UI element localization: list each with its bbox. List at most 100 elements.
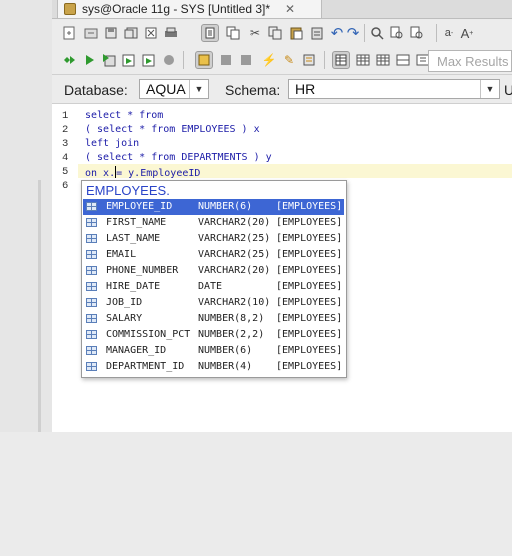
column-type: NUMBER(2,2) (198, 329, 265, 340)
save-icon[interactable] (102, 24, 120, 42)
results-text-icon[interactable] (374, 51, 392, 69)
column-type: NUMBER(6) (198, 201, 253, 212)
autocomplete-item[interactable]: EMPLOYEE_ID NUMBER(6) [EMPLOYEES] (83, 199, 344, 215)
popup-scrollbar[interactable] (423, 362, 427, 556)
column-type: DATE (198, 281, 223, 292)
table-column-icon (86, 202, 97, 211)
auto-commit-icon[interactable] (195, 51, 213, 69)
results-grid-alt-icon[interactable] (354, 51, 372, 69)
table-column-icon (86, 298, 97, 307)
code-after-caret: = y.EmployeeID (116, 168, 201, 179)
database-select[interactable]: AQUA ▼ (139, 79, 209, 99)
column-table: [EMPLOYEES] (276, 345, 343, 356)
column-name: MANAGER_ID (106, 345, 167, 356)
column-table: [EMPLOYEES] (276, 281, 343, 292)
code-line: ( select * from DEPARTMENTS ) y (85, 152, 272, 163)
open-file-icon[interactable] (82, 24, 100, 42)
table-column-icon (86, 250, 97, 259)
editor-tab[interactable]: sys@Oracle 11g - SYS [Untitled 3]* (57, 0, 322, 18)
column-name: EMAIL (106, 249, 137, 260)
rollback-icon[interactable] (237, 51, 255, 69)
column-name: COMMISSION_PCT (106, 329, 191, 340)
line-number: 3 (62, 138, 69, 150)
autocomplete-item[interactable]: EMAIL VARCHAR2(25) [EMPLOYEES] (83, 247, 344, 263)
autocomplete-item[interactable]: SALARY NUMBER(8,2) [EMPLOYEES] (83, 311, 344, 327)
execute-explain-icon[interactable] (140, 51, 158, 69)
results-grid-icon[interactable] (332, 51, 350, 69)
autocomplete-item[interactable]: HIRE_DATE DATE [EMPLOYEES] (83, 279, 344, 295)
line-number: 1 (62, 110, 69, 122)
tune-icon[interactable]: ✎ (280, 51, 298, 69)
close-tab-icon[interactable]: ✕ (285, 2, 295, 16)
results-split-icon[interactable] (394, 51, 412, 69)
schema-label: Schema: (225, 82, 281, 98)
decrease-font-icon[interactable]: a- (440, 24, 458, 42)
copy-icon[interactable] (224, 24, 242, 42)
autocomplete-item[interactable]: MANAGER_ID NUMBER(6) [EMPLOYEES] (83, 343, 344, 359)
column-table: [EMPLOYEES] (276, 217, 343, 228)
connection-bar: Database: AQUA ▼ Schema: HR ▼ U (52, 75, 512, 104)
autocomplete-item[interactable]: LAST_NAME VARCHAR2(25) [EMPLOYEES] (83, 231, 344, 247)
cut-icon[interactable]: ✂ (246, 24, 264, 42)
execute-file-icon[interactable] (120, 51, 138, 69)
execute-all-icon[interactable] (60, 51, 78, 69)
code-line-current: on x.= y.EmployeeID (85, 166, 200, 179)
table-column-icon (86, 314, 97, 323)
increase-font-icon[interactable]: A + (458, 24, 476, 42)
autocomplete-popup: EMPLOYEES. EMPLOYEE_ID NUMBER(6) [EMPLOYEE… (81, 180, 347, 378)
format-sql-icon[interactable]: ⚡ (260, 51, 278, 69)
column-name: PHONE_NUMBER (106, 265, 179, 276)
column-type: VARCHAR2(25) (198, 233, 271, 244)
column-table: [EMPLOYEES] (276, 313, 343, 324)
schema-select[interactable]: HR ▼ (288, 79, 500, 99)
max-results-field[interactable]: Max Results (428, 50, 512, 72)
column-name: FIRST_NAME (106, 217, 167, 228)
column-type: NUMBER(4) (198, 361, 253, 372)
autocomplete-item[interactable]: DEPARTMENT_ID NUMBER(4) [EMPLOYEES] (83, 359, 344, 375)
commit-icon[interactable] (217, 51, 235, 69)
execute-icon[interactable] (81, 51, 99, 69)
table-column-icon (86, 234, 97, 243)
column-type: VARCHAR2(20) (198, 217, 271, 228)
autocomplete-item[interactable]: JOB_ID VARCHAR2(10) [EMPLOYEES] (83, 295, 344, 311)
autocomplete-item[interactable]: PHONE_NUMBER VARCHAR2(20) [EMPLOYEES] (83, 263, 344, 279)
document-toggle-icon[interactable] (201, 24, 219, 42)
save-all-icon[interactable] (122, 24, 140, 42)
line-number: 2 (62, 124, 69, 136)
column-name: SALARY (106, 313, 143, 324)
column-name: EMPLOYEE_ID (106, 201, 173, 212)
column-type: VARCHAR2(25) (198, 249, 271, 260)
chevron-down-icon: ▼ (480, 80, 499, 98)
table-column-icon (86, 330, 97, 339)
toolbar-separator (324, 51, 325, 69)
column-type: NUMBER(8,2) (198, 313, 265, 324)
find-icon[interactable] (368, 24, 386, 42)
find-next-icon[interactable] (408, 24, 426, 42)
table-column-icon (86, 218, 97, 227)
database-label: Database: (64, 82, 128, 98)
tab-bar: sys@Oracle 11g - SYS [Untitled 3]* ✕ (52, 0, 512, 19)
paste-special-icon[interactable] (308, 24, 326, 42)
explain-plan-icon[interactable] (300, 51, 318, 69)
line-gutter: 1 2 3 4 5 6 (52, 104, 78, 432)
copy-doc-icon[interactable] (266, 24, 284, 42)
print-icon[interactable] (162, 24, 180, 42)
execute-script-icon[interactable] (100, 51, 118, 69)
code-before-caret: on x. (85, 168, 116, 179)
connection-extra-label: U (504, 82, 512, 98)
find-replace-icon[interactable] (388, 24, 406, 42)
autocomplete-item[interactable]: FIRST_NAME VARCHAR2(20) [EMPLOYEES] (83, 215, 344, 231)
code-line: select * from (85, 110, 164, 121)
redo-icon[interactable]: ↷ (344, 24, 362, 42)
new-file-icon[interactable] (60, 24, 78, 42)
column-type: VARCHAR2(20) (198, 265, 271, 276)
stop-icon[interactable] (160, 51, 178, 69)
column-name: JOB_ID (106, 297, 143, 308)
autocomplete-item[interactable]: COMMISSION_PCT NUMBER(2,2) [EMPLOYEES] (83, 327, 344, 343)
chevron-down-icon: ▼ (189, 80, 208, 98)
table-column-icon (86, 282, 97, 291)
paste-icon[interactable] (287, 24, 305, 42)
column-type: NUMBER(6) (198, 345, 253, 356)
close-file-icon[interactable] (142, 24, 160, 42)
left-panel (0, 0, 52, 432)
